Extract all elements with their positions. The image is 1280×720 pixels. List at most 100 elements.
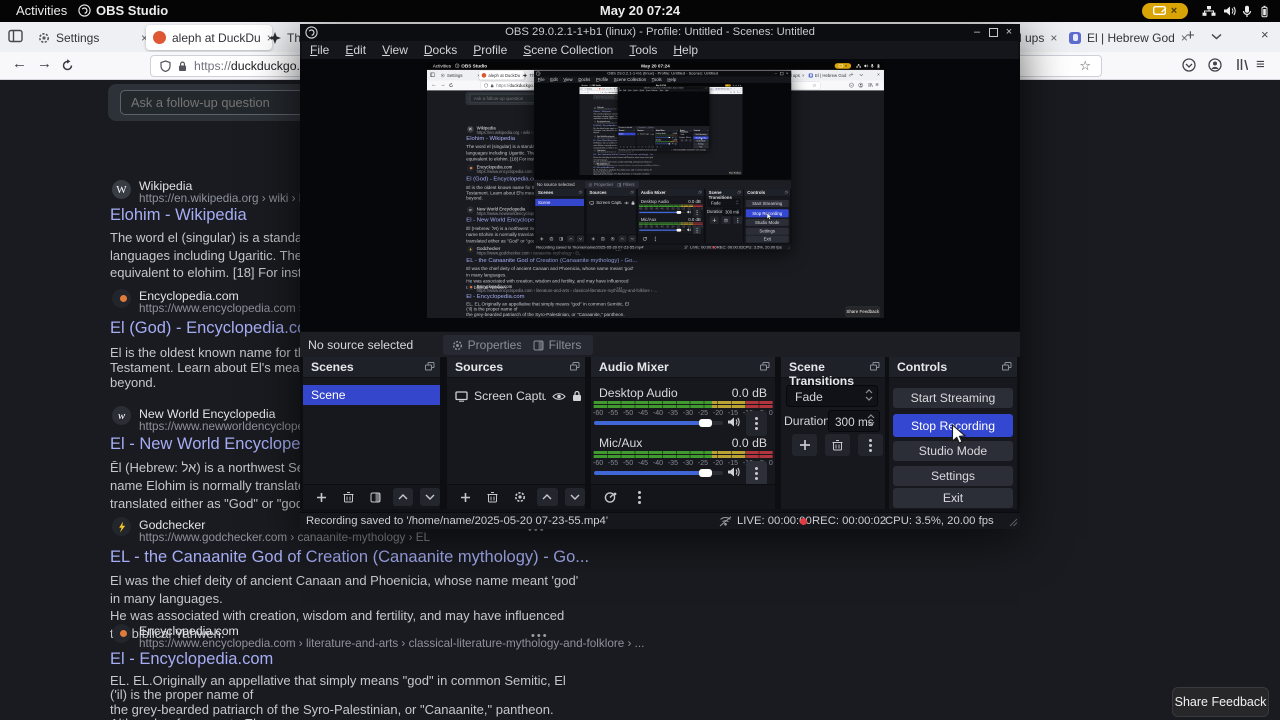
tab-label: Settings bbox=[56, 30, 100, 45]
resize-grip[interactable] bbox=[1009, 518, 1018, 527]
back-icon[interactable]: ← bbox=[12, 56, 27, 71]
volume-slider[interactable] bbox=[594, 469, 723, 477]
exit-button[interactable]: Exit bbox=[893, 488, 1013, 508]
add-transition-icon[interactable] bbox=[792, 434, 817, 456]
menu-item[interactable]: Tools bbox=[621, 41, 665, 59]
result-title[interactable]: El - Encyclopedia.com bbox=[110, 650, 273, 669]
battery-icon[interactable] bbox=[1258, 5, 1271, 18]
menu-item[interactable]: Edit bbox=[337, 41, 374, 59]
hamburger-menu-icon[interactable]: ≡ bbox=[1256, 56, 1265, 73]
scene-list-item[interactable]: Scene bbox=[303, 385, 440, 405]
shield-icon[interactable] bbox=[160, 60, 171, 72]
spinbox-arrows-icon[interactable] bbox=[867, 414, 875, 426]
tab-settings[interactable]: Settings × bbox=[31, 25, 155, 50]
close-tab-icon[interactable]: × bbox=[1050, 31, 1057, 45]
obs-titlebar[interactable]: OBS 29.0.2.1-1+b1 (linux) - Profile: Unt… bbox=[300, 24, 1020, 41]
move-source-up-icon[interactable] bbox=[537, 488, 558, 506]
tab-list-chevron-icon[interactable] bbox=[1211, 33, 1222, 40]
menu-item[interactable]: Docks bbox=[416, 41, 465, 59]
bookmark-star-icon[interactable]: ☆ bbox=[1079, 58, 1091, 74]
result-more-icon[interactable]: ••• bbox=[531, 630, 549, 642]
audio-mixer-dock: Audio Mixer Desktop Audio 0.0 dB -60 -55-… bbox=[591, 357, 775, 509]
url-scheme: https:// bbox=[194, 59, 231, 73]
result-site[interactable]: Godchecker bbox=[139, 518, 205, 532]
move-scene-up-icon[interactable] bbox=[392, 488, 413, 506]
add-scene-icon[interactable] bbox=[311, 488, 331, 506]
library-icon[interactable] bbox=[1236, 58, 1248, 71]
screencast-indicator[interactable]: × bbox=[1142, 3, 1188, 19]
stop-screencast-icon[interactable]: × bbox=[1171, 5, 1177, 17]
channel-options-icon[interactable] bbox=[746, 461, 767, 485]
result-title[interactable]: EL - the Canaanite God of Creation (Cana… bbox=[110, 548, 589, 567]
mixer-options-icon[interactable] bbox=[628, 488, 650, 506]
move-source-down-icon[interactable] bbox=[564, 488, 586, 506]
minimize-icon[interactable]: – bbox=[970, 25, 984, 39]
result-url[interactable]: https://www.godchecker.com › canaanite-m… bbox=[139, 531, 430, 544]
transition-select[interactable]: Fade bbox=[786, 385, 878, 407]
speaker-icon[interactable] bbox=[727, 466, 741, 478]
settings-button[interactable]: Settings bbox=[893, 466, 1013, 486]
start-streaming-button[interactable]: Start Streaming bbox=[893, 388, 1013, 408]
slider-handle[interactable] bbox=[699, 469, 712, 477]
result-title[interactable]: Elohim - Wikipedia bbox=[110, 206, 247, 225]
share-feedback-button[interactable]: Share Feedback bbox=[1172, 687, 1269, 717]
menu-item[interactable]: Scene Collection bbox=[515, 41, 621, 59]
remove-source-icon[interactable] bbox=[482, 488, 502, 506]
select-arrows-icon[interactable] bbox=[865, 389, 873, 401]
close-window-icon[interactable]: × bbox=[1002, 25, 1016, 39]
mouse-cursor bbox=[951, 424, 968, 446]
menu-item[interactable]: File bbox=[302, 41, 337, 59]
popout-icon[interactable] bbox=[1002, 362, 1012, 371]
volume-slider[interactable] bbox=[594, 419, 723, 427]
properties-button[interactable]: Properties bbox=[443, 335, 531, 355]
result-site[interactable]: Encyclopedia.com bbox=[139, 624, 239, 638]
transition-options-icon[interactable] bbox=[858, 434, 883, 456]
menu-item[interactable]: Profile bbox=[465, 41, 515, 59]
forward-icon[interactable]: → bbox=[37, 56, 52, 71]
menu-item[interactable]: Help bbox=[665, 41, 706, 59]
result-title[interactable]: El - New World Encyclopedia bbox=[110, 435, 322, 454]
slider-handle[interactable] bbox=[699, 419, 712, 427]
maximize-icon[interactable] bbox=[986, 25, 1000, 39]
result-site[interactable]: New World Encyclopedia bbox=[139, 407, 275, 421]
advanced-audio-icon[interactable] bbox=[599, 488, 621, 506]
network-icon[interactable] bbox=[1202, 5, 1216, 17]
popout-icon[interactable] bbox=[870, 362, 880, 371]
lock-source-icon[interactable] bbox=[572, 390, 582, 402]
lock-icon[interactable] bbox=[178, 61, 187, 72]
remove-transition-icon[interactable] bbox=[825, 434, 850, 456]
move-scene-down-icon[interactable] bbox=[419, 488, 441, 506]
pocket-icon[interactable] bbox=[1182, 58, 1196, 72]
popout-icon[interactable] bbox=[570, 362, 580, 371]
result-site[interactable]: Wikipedia bbox=[139, 179, 192, 193]
clock[interactable]: May 20 07:24 bbox=[0, 3, 1280, 18]
source-properties-gear-icon[interactable] bbox=[510, 488, 530, 506]
window-close-icon[interactable]: × bbox=[1261, 28, 1269, 41]
popout-icon[interactable] bbox=[425, 362, 435, 371]
result-title[interactable]: El (God) - Encyclopedia.com bbox=[110, 319, 320, 338]
popout-icon[interactable] bbox=[760, 362, 770, 371]
filters-button[interactable]: Filters bbox=[521, 335, 593, 355]
tab-duckduckgo[interactable]: aleph at DuckDu × bbox=[146, 25, 272, 50]
add-source-icon[interactable] bbox=[455, 488, 475, 506]
remove-scene-icon[interactable] bbox=[338, 488, 358, 506]
visibility-eye-icon[interactable] bbox=[552, 392, 566, 401]
firefox-view-icon[interactable] bbox=[8, 29, 23, 43]
encyclopedia-favicon bbox=[112, 289, 131, 308]
stream-inactive-icon bbox=[718, 516, 733, 527]
source-list-item[interactable]: Screen Capture (Pi bbox=[447, 386, 585, 406]
speaker-icon[interactable] bbox=[727, 416, 741, 428]
result-site[interactable]: Encyclopedia.com bbox=[139, 289, 239, 303]
preview-canvas[interactable]: Settings × aleph at DuckDu × The d ups ×… bbox=[300, 59, 1020, 331]
duration-spinbox[interactable]: 300 ms bbox=[828, 410, 880, 432]
scene-filters-icon[interactable] bbox=[365, 488, 385, 506]
microphone-icon[interactable] bbox=[1242, 5, 1252, 18]
tab-hebrew-god[interactable]: El | Hebrew God × bbox=[1062, 25, 1188, 50]
reload-icon[interactable] bbox=[61, 59, 74, 72]
volume-icon[interactable] bbox=[1223, 5, 1237, 17]
channel-options-icon[interactable] bbox=[746, 411, 767, 436]
new-tab-button[interactable]: + bbox=[1186, 28, 1195, 43]
account-icon[interactable] bbox=[1208, 58, 1222, 72]
result-url[interactable]: https://www.encyclopedia.com › literatur… bbox=[139, 637, 644, 650]
menu-item[interactable]: View bbox=[374, 41, 416, 59]
